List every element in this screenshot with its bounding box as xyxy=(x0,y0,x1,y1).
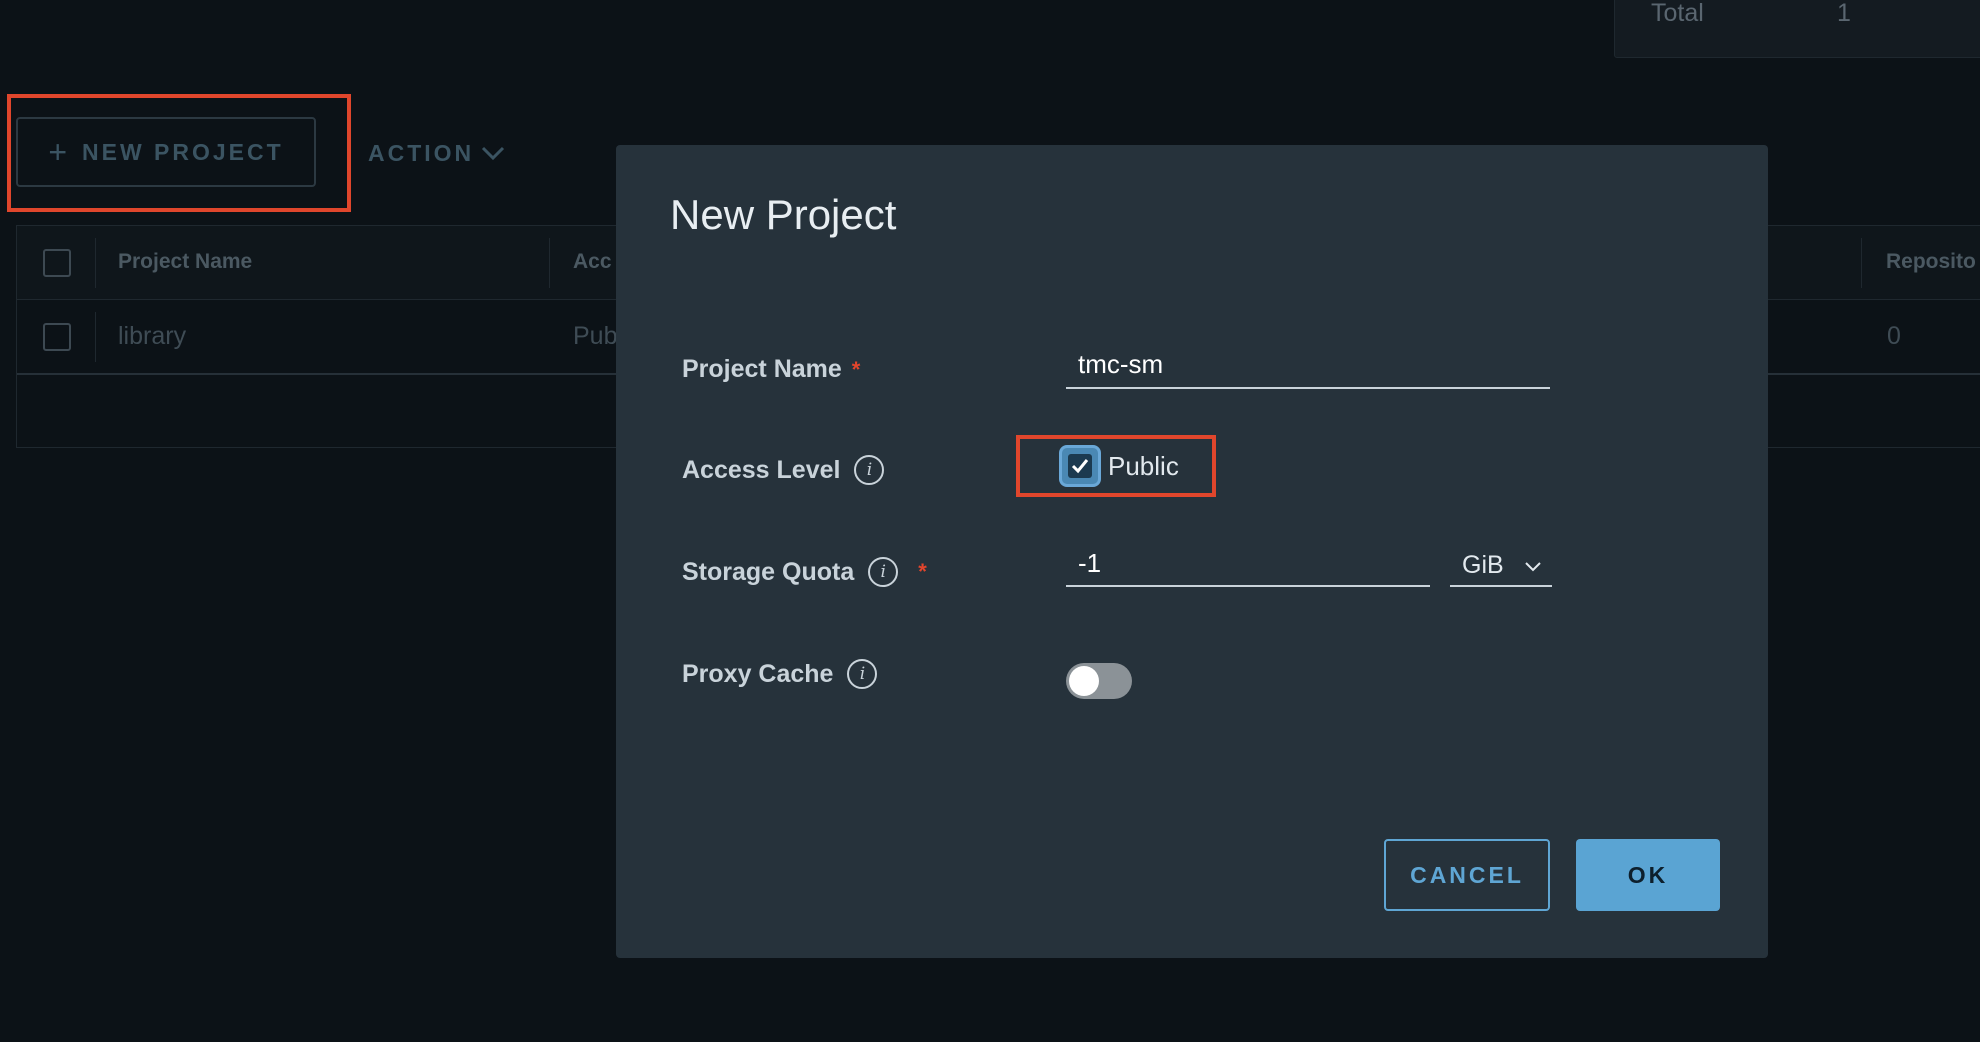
project-name-input[interactable]: tmc-sm xyxy=(1066,345,1550,389)
proxy-cache-toggle[interactable] xyxy=(1066,663,1132,699)
required-asterisk: * xyxy=(851,356,861,382)
access-level-label-text: Access Level xyxy=(682,455,841,484)
required-asterisk: * xyxy=(918,559,927,584)
storage-quota-input[interactable]: -1 xyxy=(1066,545,1430,587)
column-header-project-name[interactable]: Project Name xyxy=(118,250,252,274)
info-icon[interactable]: i xyxy=(854,455,885,485)
project-name-label-text: Project Name xyxy=(682,355,842,383)
project-name-label: Project Name * xyxy=(682,355,860,384)
storage-quota-label-text: Storage Quota xyxy=(682,557,855,586)
column-separator xyxy=(549,238,550,288)
select-all-checkbox[interactable] xyxy=(43,249,71,277)
ok-button[interactable]: OK xyxy=(1576,839,1720,911)
project-name-cell[interactable]: library xyxy=(118,322,186,351)
access-level-label: Access Level i xyxy=(682,455,885,485)
storage-unit-value: GiB xyxy=(1462,551,1504,579)
action-label: ACTION xyxy=(368,139,475,166)
cancel-button[interactable]: CANCEL xyxy=(1384,839,1550,911)
info-icon[interactable]: i xyxy=(847,659,878,689)
column-separator xyxy=(95,312,96,362)
column-header-repositories[interactable]: Reposito xyxy=(1886,250,1976,274)
summary-value: 1 xyxy=(1837,0,1851,27)
new-project-dialog: New Project Project Name * tmc-sm Access… xyxy=(616,145,1768,958)
repositories-cell: 0 xyxy=(1887,322,1901,350)
proxy-cache-label: Proxy Cache i xyxy=(682,659,878,689)
storage-unit-select[interactable]: GiB xyxy=(1450,545,1552,587)
access-cell: Pub xyxy=(573,322,618,350)
toggle-knob xyxy=(1069,666,1099,696)
proxy-cache-label-text: Proxy Cache xyxy=(682,659,834,688)
highlight-box-new-project xyxy=(7,94,351,212)
summary-label: Total xyxy=(1651,0,1704,27)
column-header-access[interactable]: Acc xyxy=(573,250,612,274)
highlight-box-public xyxy=(1016,435,1216,497)
storage-quota-label: Storage Quota i * xyxy=(682,557,927,587)
dialog-title: New Project xyxy=(670,191,897,238)
summary-card: Total 1 xyxy=(1614,0,1980,58)
row-checkbox[interactable] xyxy=(43,323,71,351)
column-separator xyxy=(1861,238,1862,288)
chevron-down-icon xyxy=(480,145,506,161)
action-dropdown-button[interactable]: ACTION xyxy=(368,135,506,171)
column-separator xyxy=(95,238,96,288)
chevron-down-icon xyxy=(1524,547,1542,583)
info-icon[interactable]: i xyxy=(868,557,899,587)
